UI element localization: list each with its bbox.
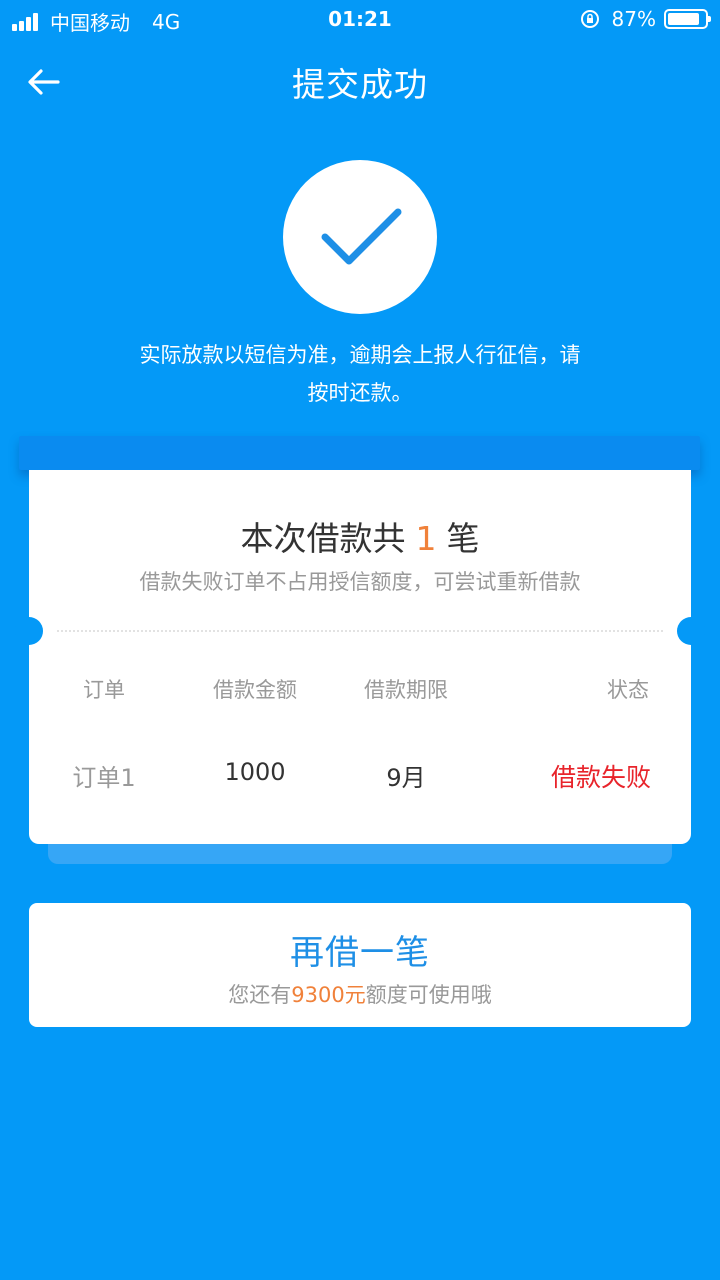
borrow-again-title: 再借一笔 <box>290 933 430 973</box>
loan-receipt-card: 本次借款共 1 笔 借款失败订单不占用授信额度，可尝试重新借款 订单 借款金额 借款… <box>15 470 705 844</box>
column-header-status: 状态 <box>607 678 649 702</box>
status-bar: 中国移动 4G 01:21 87% <box>0 0 720 40</box>
remaining-credit-text: 您还有9300元额度可使用哦 <box>29 979 691 1009</box>
column-header-term: 借款期限 <box>364 678 448 702</box>
column-header-amount: 借款金额 <box>213 678 297 702</box>
notice-line-1: 实际放款以短信为准，逾期会上报人行征信，请 <box>139 343 581 367</box>
receipt-slot <box>19 436 700 470</box>
battery-fill <box>668 13 700 25</box>
success-badge <box>283 160 437 314</box>
receipt-title-prefix: 本次借款共 <box>240 519 406 558</box>
receipt-title-suffix: 笔 <box>446 519 480 558</box>
receipt-notch-left <box>15 617 43 645</box>
notice-line-2: 按时还款。 <box>307 381 413 405</box>
order-name: 订单1 <box>72 764 136 792</box>
receipt-notch-right <box>677 617 705 645</box>
order-amount: 1000 <box>224 758 286 786</box>
table-header: 订单 借款金额 借款期限 状态 <box>29 674 691 704</box>
remaining-credit-amount: 9300元 <box>291 983 366 1007</box>
order-term: 9月 <box>386 764 426 792</box>
borrow-again-button[interactable]: 再借一笔 您还有9300元额度可使用哦 <box>29 903 691 1027</box>
status-right: 87% <box>580 7 711 31</box>
receipt-subtitle: 借款失败订单不占用授信额度，可尝试重新借款 <box>139 570 581 594</box>
column-header-order: 订单 <box>83 678 125 702</box>
page-title: 提交成功 <box>292 65 428 104</box>
loan-count: 1 <box>415 519 437 558</box>
receipt-title: 本次借款共 1 笔 <box>29 512 691 560</box>
receipt-divider <box>57 630 663 632</box>
notice-text: 实际放款以短信为准，逾期会上报人行征信，请 按时还款。 <box>100 336 620 412</box>
checkmark-icon <box>321 208 402 265</box>
battery-icon <box>664 9 711 29</box>
remaining-credit-suffix: 额度可使用哦 <box>365 983 492 1007</box>
rotation-lock-icon <box>580 10 599 28</box>
battery-percent: 87% <box>611 7 656 31</box>
nav-bar: 提交成功 <box>0 40 720 120</box>
table-row: 订单1 1000 9月 借款失败 <box>29 758 691 794</box>
remaining-credit-prefix: 您还有 <box>228 983 292 1007</box>
order-status: 借款失败 <box>550 763 651 792</box>
